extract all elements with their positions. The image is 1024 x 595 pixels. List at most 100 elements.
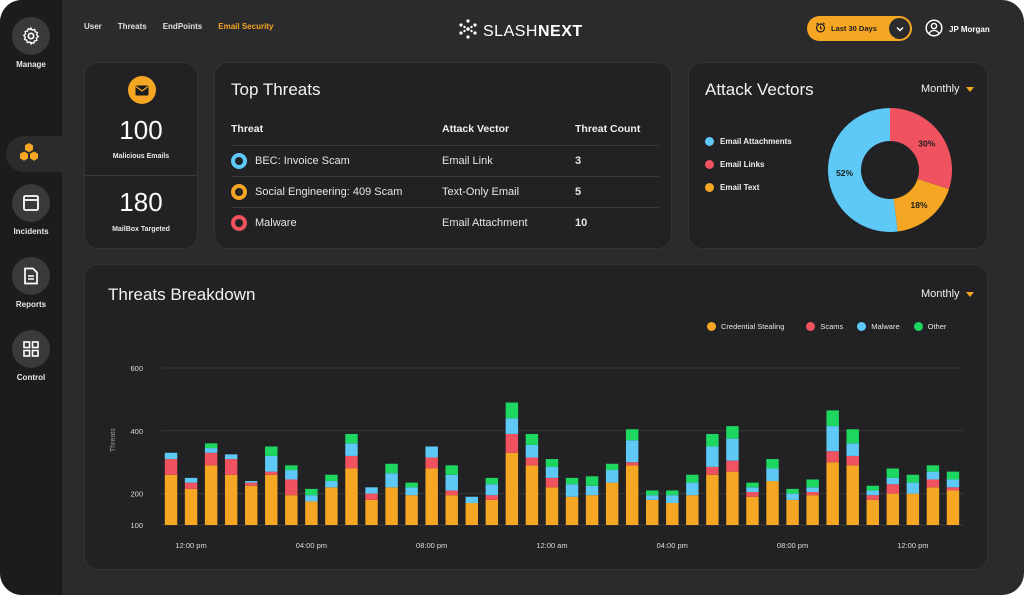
- caret-down-icon: [965, 86, 974, 92]
- bar-segment: [946, 479, 960, 488]
- sidebar-item-label: Control: [16, 373, 46, 382]
- bar-segment: [866, 499, 879, 525]
- bar-segment: [565, 496, 579, 525]
- date-range-button[interactable]: Last 30 Days: [807, 16, 912, 41]
- top-threats-title: Top Threats: [231, 80, 321, 99]
- sidebar-item-manage[interactable]: Manage: [0, 17, 62, 69]
- bar-segment: [946, 471, 960, 480]
- x-tick-label: 04:00 pm: [296, 541, 327, 550]
- mailbox-targeted-count: 180: [119, 187, 163, 217]
- bar-segment: [605, 470, 619, 483]
- top-threats-table: Threat Attack Vector Threat Count BEC: I…: [231, 123, 659, 239]
- bar-segment: [265, 455, 278, 472]
- grid-icon: [12, 330, 50, 368]
- donut-slice: [890, 108, 952, 190]
- threats-breakdown-bar-chart: 100 200 400 600 Threats 12:00 pm 04:00 pm 08:00…: [110, 364, 963, 550]
- app-frame: Manage Incidents Reports Control User Th…: [0, 0, 1024, 595]
- bar-segment: [365, 493, 378, 500]
- threats-breakdown-card: Threats Breakdown Monthly Credential Ste…: [84, 264, 988, 570]
- bar-segment: [345, 468, 358, 525]
- bar-segment: [545, 459, 559, 467]
- bar-segment: [285, 495, 298, 525]
- bar-segment: [385, 463, 398, 474]
- attack-vectors-card: Attack Vectors Monthly Email Attachments…: [688, 62, 988, 249]
- bar-segment: [545, 466, 559, 478]
- dollar-icon: [231, 215, 247, 232]
- top-threats-card: Top Threats Threat Attack Vector Threat …: [214, 62, 672, 249]
- bar-segment: [505, 418, 519, 434]
- sidebar-item-incidents[interactable]: Incidents: [0, 184, 62, 236]
- gear-icon: [12, 17, 50, 55]
- tab-threats[interactable]: Threats: [118, 22, 147, 31]
- bar-segment: [666, 495, 679, 504]
- bar-segment: [886, 493, 900, 525]
- threat-name: Malware: [255, 217, 297, 230]
- bar-segment: [505, 452, 519, 525]
- bar-segment: [625, 440, 639, 463]
- bar-segment: [245, 482, 258, 486]
- date-range-label: Last 30 Days: [831, 24, 877, 33]
- bar-segment: [565, 477, 579, 485]
- y-tick-label: 400: [130, 427, 143, 436]
- dollar-icon: [231, 153, 247, 169]
- tab-endpoints[interactable]: EndPoints: [163, 22, 203, 31]
- bar-segment: [646, 499, 659, 525]
- table-row[interactable]: Malware Email Attachment 10: [231, 207, 659, 239]
- bar-segment: [285, 479, 298, 496]
- bar-segment: [806, 479, 819, 488]
- bar-segment: [746, 492, 759, 497]
- dollar-icon: [231, 184, 247, 200]
- bar-segment: [585, 485, 599, 496]
- attack-vectors-title: Attack Vectors: [705, 80, 814, 99]
- bar-segment: [204, 448, 218, 453]
- threat-count: 5: [575, 176, 659, 208]
- legend-label: Email Links: [720, 160, 765, 169]
- bar-segment: [565, 484, 579, 497]
- bar-segment: [846, 443, 859, 456]
- bar-segment: [305, 501, 318, 525]
- sidebar-item-dashboard[interactable]: [6, 136, 62, 172]
- bar-segment: [505, 433, 519, 453]
- x-tick-label: 12:00 pm: [897, 541, 928, 550]
- document-icon: [12, 257, 50, 295]
- bar-segment: [365, 499, 378, 525]
- bar-segment: [826, 451, 839, 463]
- y-axis-label: Threats: [110, 428, 117, 452]
- attack-vectors-period-dropdown[interactable]: Monthly: [921, 83, 974, 95]
- sidebar-item-reports[interactable]: Reports: [0, 257, 62, 309]
- chevron-down-icon[interactable]: [889, 18, 910, 39]
- legend-item: Email Text: [705, 183, 792, 192]
- tab-email-security[interactable]: Email Security: [218, 22, 273, 31]
- table-row[interactable]: BEC: Invoice Scam Email Link 3: [231, 145, 659, 177]
- user-menu[interactable]: JP Morgan: [925, 19, 990, 39]
- bar-segment: [245, 481, 258, 483]
- bar-segment: [184, 488, 198, 525]
- logo-text-light: SLASH: [483, 22, 538, 40]
- window-icon: [12, 184, 50, 222]
- alarm-clock-icon: [815, 22, 826, 35]
- bar-segment: [525, 444, 539, 458]
- bar-segment: [726, 471, 739, 525]
- bar-segment: [726, 460, 739, 472]
- x-tick-label: 08:00 pm: [777, 541, 808, 550]
- bar-segment: [946, 490, 960, 525]
- bar-segment: [345, 443, 358, 456]
- bar-segment: [806, 487, 819, 493]
- bar-segment: [505, 402, 519, 419]
- attack-vectors-legend: Email Attachments Email Links Email Text: [705, 137, 792, 206]
- tab-user[interactable]: User: [84, 22, 102, 31]
- attack-vector: Text-Only Email: [442, 176, 575, 208]
- bar-segment: [686, 495, 699, 525]
- bar-segment: [866, 485, 879, 491]
- sidebar-item-control[interactable]: Control: [0, 330, 62, 382]
- bar-segment: [485, 484, 499, 496]
- bar-segment: [906, 493, 920, 525]
- user-avatar-icon: [925, 19, 943, 39]
- bar-segment: [164, 459, 178, 475]
- bar-segment: [164, 474, 178, 525]
- bar-segment: [926, 471, 940, 480]
- bar-segment: [425, 446, 438, 458]
- bar-segment: [445, 465, 458, 475]
- table-row[interactable]: Social Engineering: 409 Scam Text-Only E…: [231, 176, 659, 208]
- bar-segment: [385, 473, 398, 488]
